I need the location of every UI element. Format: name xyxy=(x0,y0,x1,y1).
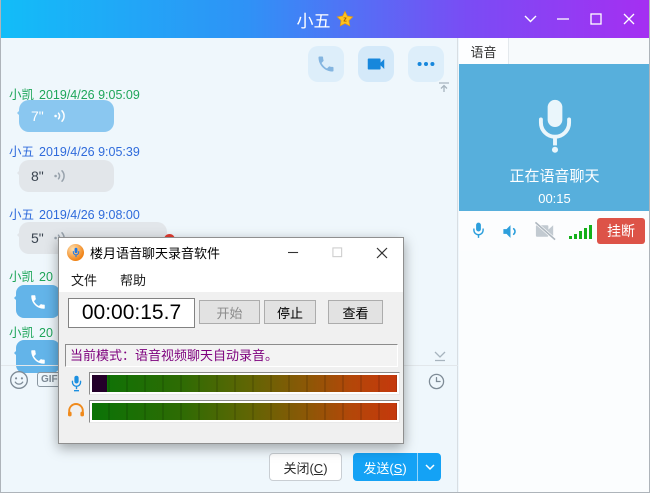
send-button[interactable]: 发送(S) xyxy=(353,458,417,477)
message-time: 2019/4/26 9:05:39 xyxy=(39,145,140,159)
send-button-group: 发送(S) xyxy=(353,453,441,481)
voice-duration: 8" xyxy=(31,168,44,184)
hangup-button[interactable]: 挂断 xyxy=(597,218,645,244)
smiley-icon xyxy=(10,371,28,389)
headphones-icon xyxy=(68,403,84,417)
voice-duration: 7" xyxy=(31,108,44,124)
titlebar: 小五 z xyxy=(1,0,649,38)
emoji-button[interactable] xyxy=(9,370,29,395)
phone-icon xyxy=(31,294,45,309)
phone-icon xyxy=(318,56,334,72)
recorder-minimize-icon[interactable] xyxy=(287,246,300,259)
call-duration: 00:15 xyxy=(538,191,571,206)
voice-call-panel: 语音 正在语音聊天 00:15 挂断 xyxy=(459,38,649,492)
start-button[interactable]: 开始 xyxy=(199,300,260,324)
recorder-dialog: 楼月语音聊天录音软件 文件 帮助 00:00:15.7 开始 停止 查看 当前模… xyxy=(58,237,404,444)
send-options-button[interactable] xyxy=(418,463,441,471)
menu-help[interactable]: 帮助 xyxy=(120,270,146,289)
panel-tab-row: 语音 xyxy=(459,38,649,64)
signal-strength-indicator xyxy=(569,222,597,240)
minimize-icon[interactable] xyxy=(555,11,571,27)
message-header: 小凯 20 xyxy=(9,322,53,341)
voice-duration: 5" xyxy=(31,230,44,246)
recorder-window-controls xyxy=(287,246,388,259)
view-button[interactable]: 查看 xyxy=(328,300,383,324)
qq-chat-window: 小五 z 小凯 2019/4/26 9:05:09 7" 小五 2019/4/2… xyxy=(0,0,650,493)
phone-icon xyxy=(31,349,45,364)
voice-message-bubble[interactable]: 7" xyxy=(17,100,114,132)
sound-waves-icon xyxy=(54,170,65,182)
window-controls xyxy=(522,0,637,38)
recorder-close-icon[interactable] xyxy=(375,246,388,259)
recorder-maximize-icon[interactable] xyxy=(331,246,344,259)
microphone-icon xyxy=(473,222,484,238)
call-status-text: 正在语音聊天 xyxy=(509,168,600,185)
message-header: 小五 2019/4/26 9:08:00 xyxy=(9,204,140,223)
speaker-level-icon xyxy=(66,402,86,423)
voice-call-status-panel: 正在语音聊天 00:15 xyxy=(459,64,649,211)
video-camera-icon xyxy=(367,58,385,70)
speaker-toggle[interactable] xyxy=(501,222,520,241)
window-title: 小五 xyxy=(296,11,331,31)
more-dots-icon xyxy=(417,61,435,67)
voice-message-bubble[interactable]: 8" xyxy=(17,160,114,192)
speaker-icon xyxy=(503,224,516,238)
call-controls-row: 挂断 xyxy=(459,211,649,251)
recorder-titlebar: 楼月语音聊天录音软件 xyxy=(59,238,403,267)
close-button[interactable]: 关闭(C) xyxy=(269,453,342,481)
microphone-icon xyxy=(71,375,82,392)
microphone-logo-icon xyxy=(72,247,79,257)
message-time: 2019/4/26 9:08:00 xyxy=(39,208,140,222)
message-header: 小凯 20 xyxy=(9,266,53,285)
recording-timer-display: 00:00:15.7 xyxy=(68,298,195,328)
voice-call-bubble[interactable] xyxy=(14,340,60,373)
sender-name: 小五 xyxy=(9,208,35,222)
sender-name: 小五 xyxy=(9,145,35,159)
recorder-menubar: 文件 帮助 xyxy=(59,267,403,292)
more-options-button[interactable] xyxy=(408,46,444,82)
output-level-meter xyxy=(89,400,400,423)
sender-name: 小凯 xyxy=(9,326,35,340)
clock-icon xyxy=(428,373,445,390)
sound-waves-icon xyxy=(54,110,65,122)
message-time: 20 xyxy=(39,326,53,340)
chat-toolbar xyxy=(308,46,444,82)
sender-name: 小凯 xyxy=(9,270,35,284)
window-title-wrap: 小五 z xyxy=(297,7,354,32)
recorder-body: 00:00:15.7 开始 停止 查看 当前模式：语音视频聊天自动录音。 xyxy=(59,292,403,443)
camera-off-icon xyxy=(534,221,557,241)
signal-bars-icon xyxy=(569,225,592,239)
svg-text:z: z xyxy=(343,14,347,23)
scroll-to-top-icon[interactable] xyxy=(437,81,451,99)
tab-voice[interactable]: 语音 xyxy=(459,38,509,64)
voice-call-bubble[interactable] xyxy=(14,285,60,318)
microphone-toggle[interactable] xyxy=(470,221,487,242)
camera-toggle[interactable] xyxy=(534,221,557,241)
vip-star-icon[interactable]: z xyxy=(336,10,354,28)
message-history-button[interactable] xyxy=(428,373,445,395)
microphone-level-meter xyxy=(89,372,400,395)
spread-chevron-icon[interactable] xyxy=(522,11,538,27)
mic-level-icon xyxy=(69,374,84,398)
message-header: 小五 2019/4/26 9:05:39 xyxy=(9,141,140,160)
maximize-icon[interactable] xyxy=(588,11,604,27)
chevron-down-icon xyxy=(424,463,435,470)
microphone-large-icon xyxy=(538,99,571,153)
recorder-title: 楼月语音聊天录音软件 xyxy=(90,246,221,261)
mode-status-text: 当前模式：语音视频聊天自动录音。 xyxy=(65,344,398,367)
recorder-app-icon xyxy=(67,244,84,261)
video-call-button[interactable] xyxy=(358,46,394,82)
menu-file[interactable]: 文件 xyxy=(71,270,97,289)
message-time: 20 xyxy=(39,270,53,284)
close-icon[interactable] xyxy=(621,11,637,27)
voice-call-button[interactable] xyxy=(308,46,344,82)
stop-button[interactable]: 停止 xyxy=(264,300,316,324)
